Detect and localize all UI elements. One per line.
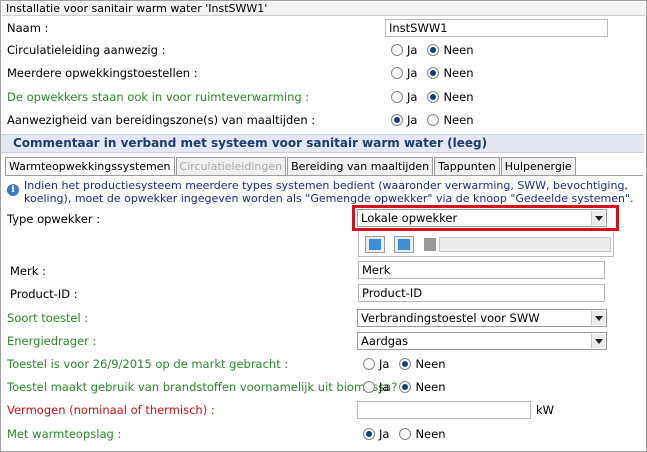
ja-label: Ja xyxy=(407,90,418,104)
circulatie-label: Circulatieleiding aanwezig : xyxy=(7,43,166,57)
biomassa-label: Toestel maakt gebruik van brandstoffen v… xyxy=(7,380,405,394)
chevron-down-icon[interactable] xyxy=(591,334,605,348)
tab-bar: Warmteopwekkingssystemen Circulatieleidi… xyxy=(5,157,577,176)
markt-ja-radio[interactable] xyxy=(363,358,375,370)
ja-label: Ja xyxy=(407,66,418,80)
markt-label: Toestel is voor 26/9/2015 op de markt ge… xyxy=(7,357,289,371)
product-id-input[interactable]: Product-ID xyxy=(358,284,605,302)
merk-input[interactable]: Merk xyxy=(358,261,605,279)
ja-label: Ja xyxy=(379,357,390,371)
info-icon: i xyxy=(7,184,19,196)
ja-label: Ja xyxy=(379,427,390,441)
highlight-box xyxy=(352,205,619,231)
meerdere-ja-radio[interactable] xyxy=(391,67,403,79)
ruimte-neen-radio[interactable] xyxy=(427,91,440,103)
import-button[interactable] xyxy=(365,236,385,253)
tab-tappunten[interactable]: Tappunten xyxy=(434,157,500,175)
biomassa-neen-radio[interactable] xyxy=(399,381,412,393)
soort-toestel-label: Soort toestel : xyxy=(7,311,89,325)
vermogen-label: Vermogen (nominaal of thermisch) : xyxy=(7,403,215,417)
neen-label: Neen xyxy=(443,66,474,80)
ja-label: Ja xyxy=(379,380,390,394)
opslag-neen-radio[interactable] xyxy=(399,428,412,440)
energiedrager-label: Energiedrager : xyxy=(7,334,97,348)
energiedrager-select[interactable]: Aardgas xyxy=(357,332,607,350)
merk-label: Merk : xyxy=(10,264,46,278)
circulatie-neen-radio[interactable] xyxy=(427,44,440,56)
zone-ja-radio[interactable] xyxy=(391,114,403,126)
comment-section-header[interactable]: Commentaar in verband met systeem voor s… xyxy=(1,134,644,153)
markt-radio-group: Ja Neen xyxy=(363,355,456,373)
tab-circulatieleidingen[interactable]: Circulatieleidingen xyxy=(175,157,287,175)
bereidingszone-radio-group: Ja Neen xyxy=(391,111,484,129)
opslag-ja-radio[interactable] xyxy=(363,428,375,440)
ruimte-ja-radio[interactable] xyxy=(391,91,403,103)
markt-neen-radio[interactable] xyxy=(399,358,412,370)
tab-bereiding-van-maaltijden[interactable]: Bereiding van maaltijden xyxy=(287,157,434,175)
meerdere-neen-radio[interactable] xyxy=(427,67,440,79)
disabled-icon xyxy=(424,238,436,251)
circulatie-ja-radio[interactable] xyxy=(391,44,403,56)
naam-label: Naam : xyxy=(7,21,49,35)
export-icon xyxy=(398,239,410,250)
energiedrager-value: Aardgas xyxy=(361,334,409,348)
bereidingszone-label: Aanwezigheid van bereidingszone(s) van m… xyxy=(7,113,316,127)
tab-warmteopwekkingssystemen[interactable]: Warmteopwekkingssystemen xyxy=(5,157,175,176)
export-button[interactable] xyxy=(394,236,414,253)
ruimteverwarming-radio-group: Ja Neen xyxy=(391,88,484,106)
neen-label: Neen xyxy=(443,90,474,104)
zone-neen-radio[interactable] xyxy=(427,114,440,126)
warmteopslag-radio-group: Ja Neen xyxy=(363,425,456,443)
window-title: Installatie voor sanitair warm water 'In… xyxy=(2,2,645,16)
neen-label: Neen xyxy=(443,113,474,127)
product-id-label: Product-ID : xyxy=(10,287,78,301)
neen-label: Neen xyxy=(415,357,446,371)
vermogen-input[interactable] xyxy=(357,401,531,419)
soort-toestel-value: Verbrandingstoestel voor SWW xyxy=(361,311,540,325)
biomassa-ja-radio[interactable] xyxy=(363,381,375,393)
neen-label: Neen xyxy=(415,427,446,441)
biomassa-radio-group: Ja Neen xyxy=(363,378,456,396)
ja-label: Ja xyxy=(407,113,418,127)
info-text: Indien het productiesysteem meerdere typ… xyxy=(24,179,634,205)
neen-label: Neen xyxy=(415,380,446,394)
vermogen-unit: kW xyxy=(536,403,555,417)
chevron-down-icon[interactable] xyxy=(591,311,605,325)
import-icon xyxy=(369,239,381,250)
product-selection-field xyxy=(439,237,611,252)
tab-hulpenergie[interactable]: Hulpenergie xyxy=(500,157,576,175)
warmteopslag-label: Met warmteopslag : xyxy=(7,427,122,441)
type-opwekker-label: Type opwekker : xyxy=(7,212,101,226)
info-message: i Indien het productiesysteem meerdere t… xyxy=(7,179,637,205)
ja-label: Ja xyxy=(407,43,418,57)
ruimteverwarming-label: De opwekkers staan ook in voor ruimtever… xyxy=(7,90,310,104)
neen-label: Neen xyxy=(443,43,474,57)
tab-divider xyxy=(5,175,643,176)
circulatie-radio-group: Ja Neen xyxy=(391,41,484,59)
naam-input[interactable]: InstSWW1 xyxy=(385,19,608,37)
meerdere-label: Meerdere opwekkingstoestellen : xyxy=(7,66,198,80)
meerdere-radio-group: Ja Neen xyxy=(391,64,484,82)
soort-toestel-select[interactable]: Verbrandingstoestel voor SWW xyxy=(357,309,607,327)
